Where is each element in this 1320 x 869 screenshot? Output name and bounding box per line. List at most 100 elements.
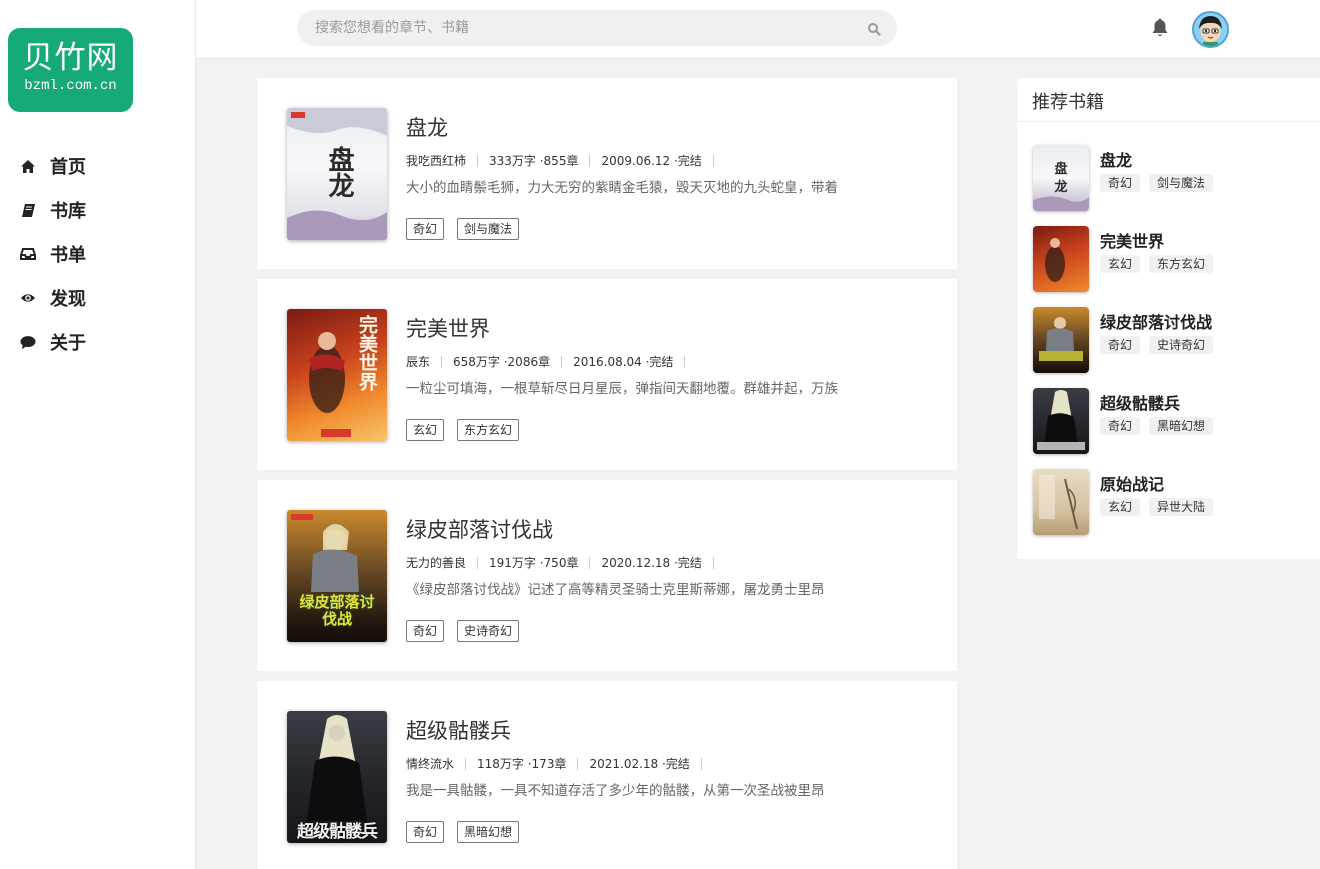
book-meta: 情终流水 118万字 ·173章 2021.02.18 ·完结 [406,755,713,772]
cover-title: 完美世界 [356,315,378,391]
book-stats: 191万字 ·750章 [489,556,579,570]
search-input[interactable] [315,10,855,46]
recommend-tag[interactable]: 奇幻 [1100,417,1141,435]
book-icon [20,202,36,218]
recommend-tag[interactable]: 剑与魔法 [1149,174,1214,192]
book-card[interactable]: 完美世界 完美世界 辰东 658万字 ·2086章 2016.08.04 ·完结… [257,279,957,470]
nav-item-discover[interactable]: 发现 [0,276,195,320]
book-author[interactable]: 无力的善良 [406,554,466,571]
book-cover[interactable]: 绿皮部落讨伐战 [287,510,387,642]
recommend-cover[interactable] [1033,388,1089,454]
book-tag[interactable]: 奇幻 [406,218,445,240]
nav-label: 书库 [50,201,86,222]
book-tags: 奇幻 史诗奇幻 [406,620,532,642]
recommend-tags: 奇幻 黑暗幻想 [1100,417,1222,435]
logo-title: 贝竹网 [22,40,119,76]
nav-item-home[interactable]: 首页 [0,144,195,188]
recommend-item[interactable]: 绿皮部落讨伐战 奇幻 史诗奇幻 [1033,307,1313,373]
book-date-status: 2021.02.18 ·完结 [589,757,690,771]
nav-label: 首页 [50,157,86,178]
divider [477,154,479,167]
nav-item-about[interactable]: 关于 [0,320,195,364]
book-stats: 333万字 ·855章 [489,154,579,168]
book-date-status: 2009.06.12 ·完结 [601,154,702,168]
logo-subtitle: bzml.com.cn [24,78,117,94]
book-card[interactable]: 绿皮部落讨伐战 绿皮部落讨伐战 无力的善良 191万字 ·750章 2020.1… [257,480,957,671]
book-tag[interactable]: 史诗奇幻 [457,620,520,642]
book-cover[interactable]: 盘龙 [287,108,387,240]
book-tags: 玄幻 东方玄幻 [406,419,532,441]
recommend-cover[interactable]: 盘龙 [1033,145,1089,211]
book-tag[interactable]: 奇幻 [406,620,445,642]
book-meta: 我吃西红柿 333万字 ·855章 2009.06.12 ·完结 [406,152,725,169]
recommend-tags: 奇幻 剑与魔法 [1100,174,1222,192]
book-tag[interactable]: 东方玄幻 [457,419,520,441]
book-card[interactable]: 盘龙 盘龙 我吃西红柿 333万字 ·855章 2009.06.12 ·完结 大… [257,78,957,269]
divider [561,355,563,368]
book-title[interactable]: 超级骷髅兵 [406,715,511,745]
book-tag[interactable]: 黑暗幻想 [457,821,520,843]
book-date-status: 2016.08.04 ·完结 [573,355,674,369]
divider [712,556,714,569]
book-meta: 无力的善良 191万字 ·750章 2020.12.18 ·完结 [406,554,725,571]
cover-title: 超级骷髅兵 [297,822,378,842]
recommend-item[interactable]: 盘龙 盘龙 奇幻 剑与魔法 [1033,145,1313,211]
eye-icon [20,290,36,306]
inbox-icon [20,246,36,262]
nav-label: 关于 [50,333,86,354]
recommend-name[interactable]: 超级骷髅兵 [1100,390,1180,414]
recommend-tag[interactable]: 黑暗幻想 [1149,417,1214,435]
recommend-tag[interactable]: 东方玄幻 [1149,255,1214,273]
sidebar: 贝竹网 bzml.com.cn 首页 书库 书单 发现 关于 [0,0,196,869]
recommend-item[interactable]: 超级骷髅兵 奇幻 黑暗幻想 [1033,388,1313,454]
book-tag[interactable]: 玄幻 [406,419,445,441]
recommend-cover[interactable] [1033,469,1089,535]
search-icon[interactable] [867,21,881,36]
recommend-tags: 玄幻 异世大陆 [1100,498,1222,516]
divider [441,355,443,368]
divider [684,355,686,368]
book-description: 大小的血睛鬃毛狮，力大无穷的紫睛金毛猿，毁天灭地的九头蛇皇，带着 [406,180,838,196]
book-description: 《绿皮部落讨伐战》记述了高等精灵圣骑士克里斯蒂娜，屠龙勇士里昂 [406,582,825,598]
recommend-tag[interactable]: 奇幻 [1100,174,1141,192]
book-author[interactable]: 我吃西红柿 [406,152,466,169]
home-icon [20,158,36,174]
divider [465,757,467,770]
recommend-title: 推荐书籍 [1017,78,1320,122]
cover-title: 盘龙 [324,146,354,198]
book-list: 盘龙 盘龙 我吃西红柿 333万字 ·855章 2009.06.12 ·完结 大… [257,78,957,869]
recommend-cover[interactable] [1033,307,1089,373]
divider [589,154,591,167]
recommend-name[interactable]: 绿皮部落讨伐战 [1100,309,1212,333]
book-stats: 118万字 ·173章 [477,757,567,771]
avatar[interactable] [1192,11,1229,48]
book-author[interactable]: 辰东 [406,353,430,370]
recommend-name[interactable]: 盘龙 [1100,147,1132,171]
book-title[interactable]: 绿皮部落讨伐战 [406,514,553,544]
nav-item-booklist[interactable]: 书单 [0,232,195,276]
book-author[interactable]: 情终流水 [406,755,454,772]
top-header [196,0,1320,59]
recommend-name[interactable]: 原始战记 [1100,471,1164,495]
book-cover[interactable]: 完美世界 [287,309,387,441]
book-card[interactable]: 超级骷髅兵 超级骷髅兵 情终流水 118万字 ·173章 2021.02.18 … [257,681,957,869]
book-title[interactable]: 完美世界 [406,313,490,343]
book-cover[interactable]: 超级骷髅兵 [287,711,387,843]
book-title[interactable]: 盘龙 [406,112,448,142]
bell-icon[interactable] [1151,18,1169,38]
recommend-tag[interactable]: 玄幻 [1100,255,1141,273]
book-stats: 658万字 ·2086章 [453,355,551,369]
book-tag[interactable]: 剑与魔法 [457,218,520,240]
recommend-tag[interactable]: 异世大陆 [1149,498,1214,516]
recommend-tag[interactable]: 玄幻 [1100,498,1141,516]
nav-item-library[interactable]: 书库 [0,188,195,232]
recommend-item[interactable]: 原始战记 玄幻 异世大陆 [1033,469,1313,535]
recommend-cover[interactable] [1033,226,1089,292]
recommend-tag[interactable]: 奇幻 [1100,336,1141,354]
site-logo[interactable]: 贝竹网 bzml.com.cn [8,28,133,112]
recommend-tag[interactable]: 史诗奇幻 [1149,336,1214,354]
recommend-item[interactable]: 完美世界 玄幻 东方玄幻 [1033,226,1313,292]
recommend-name[interactable]: 完美世界 [1100,228,1164,252]
book-tag[interactable]: 奇幻 [406,821,445,843]
recommend-panel: 推荐书籍 盘龙 盘龙 奇幻 剑与魔法 完美世界 玄幻 东方玄幻 绿皮部落讨伐战 … [1017,78,1320,559]
